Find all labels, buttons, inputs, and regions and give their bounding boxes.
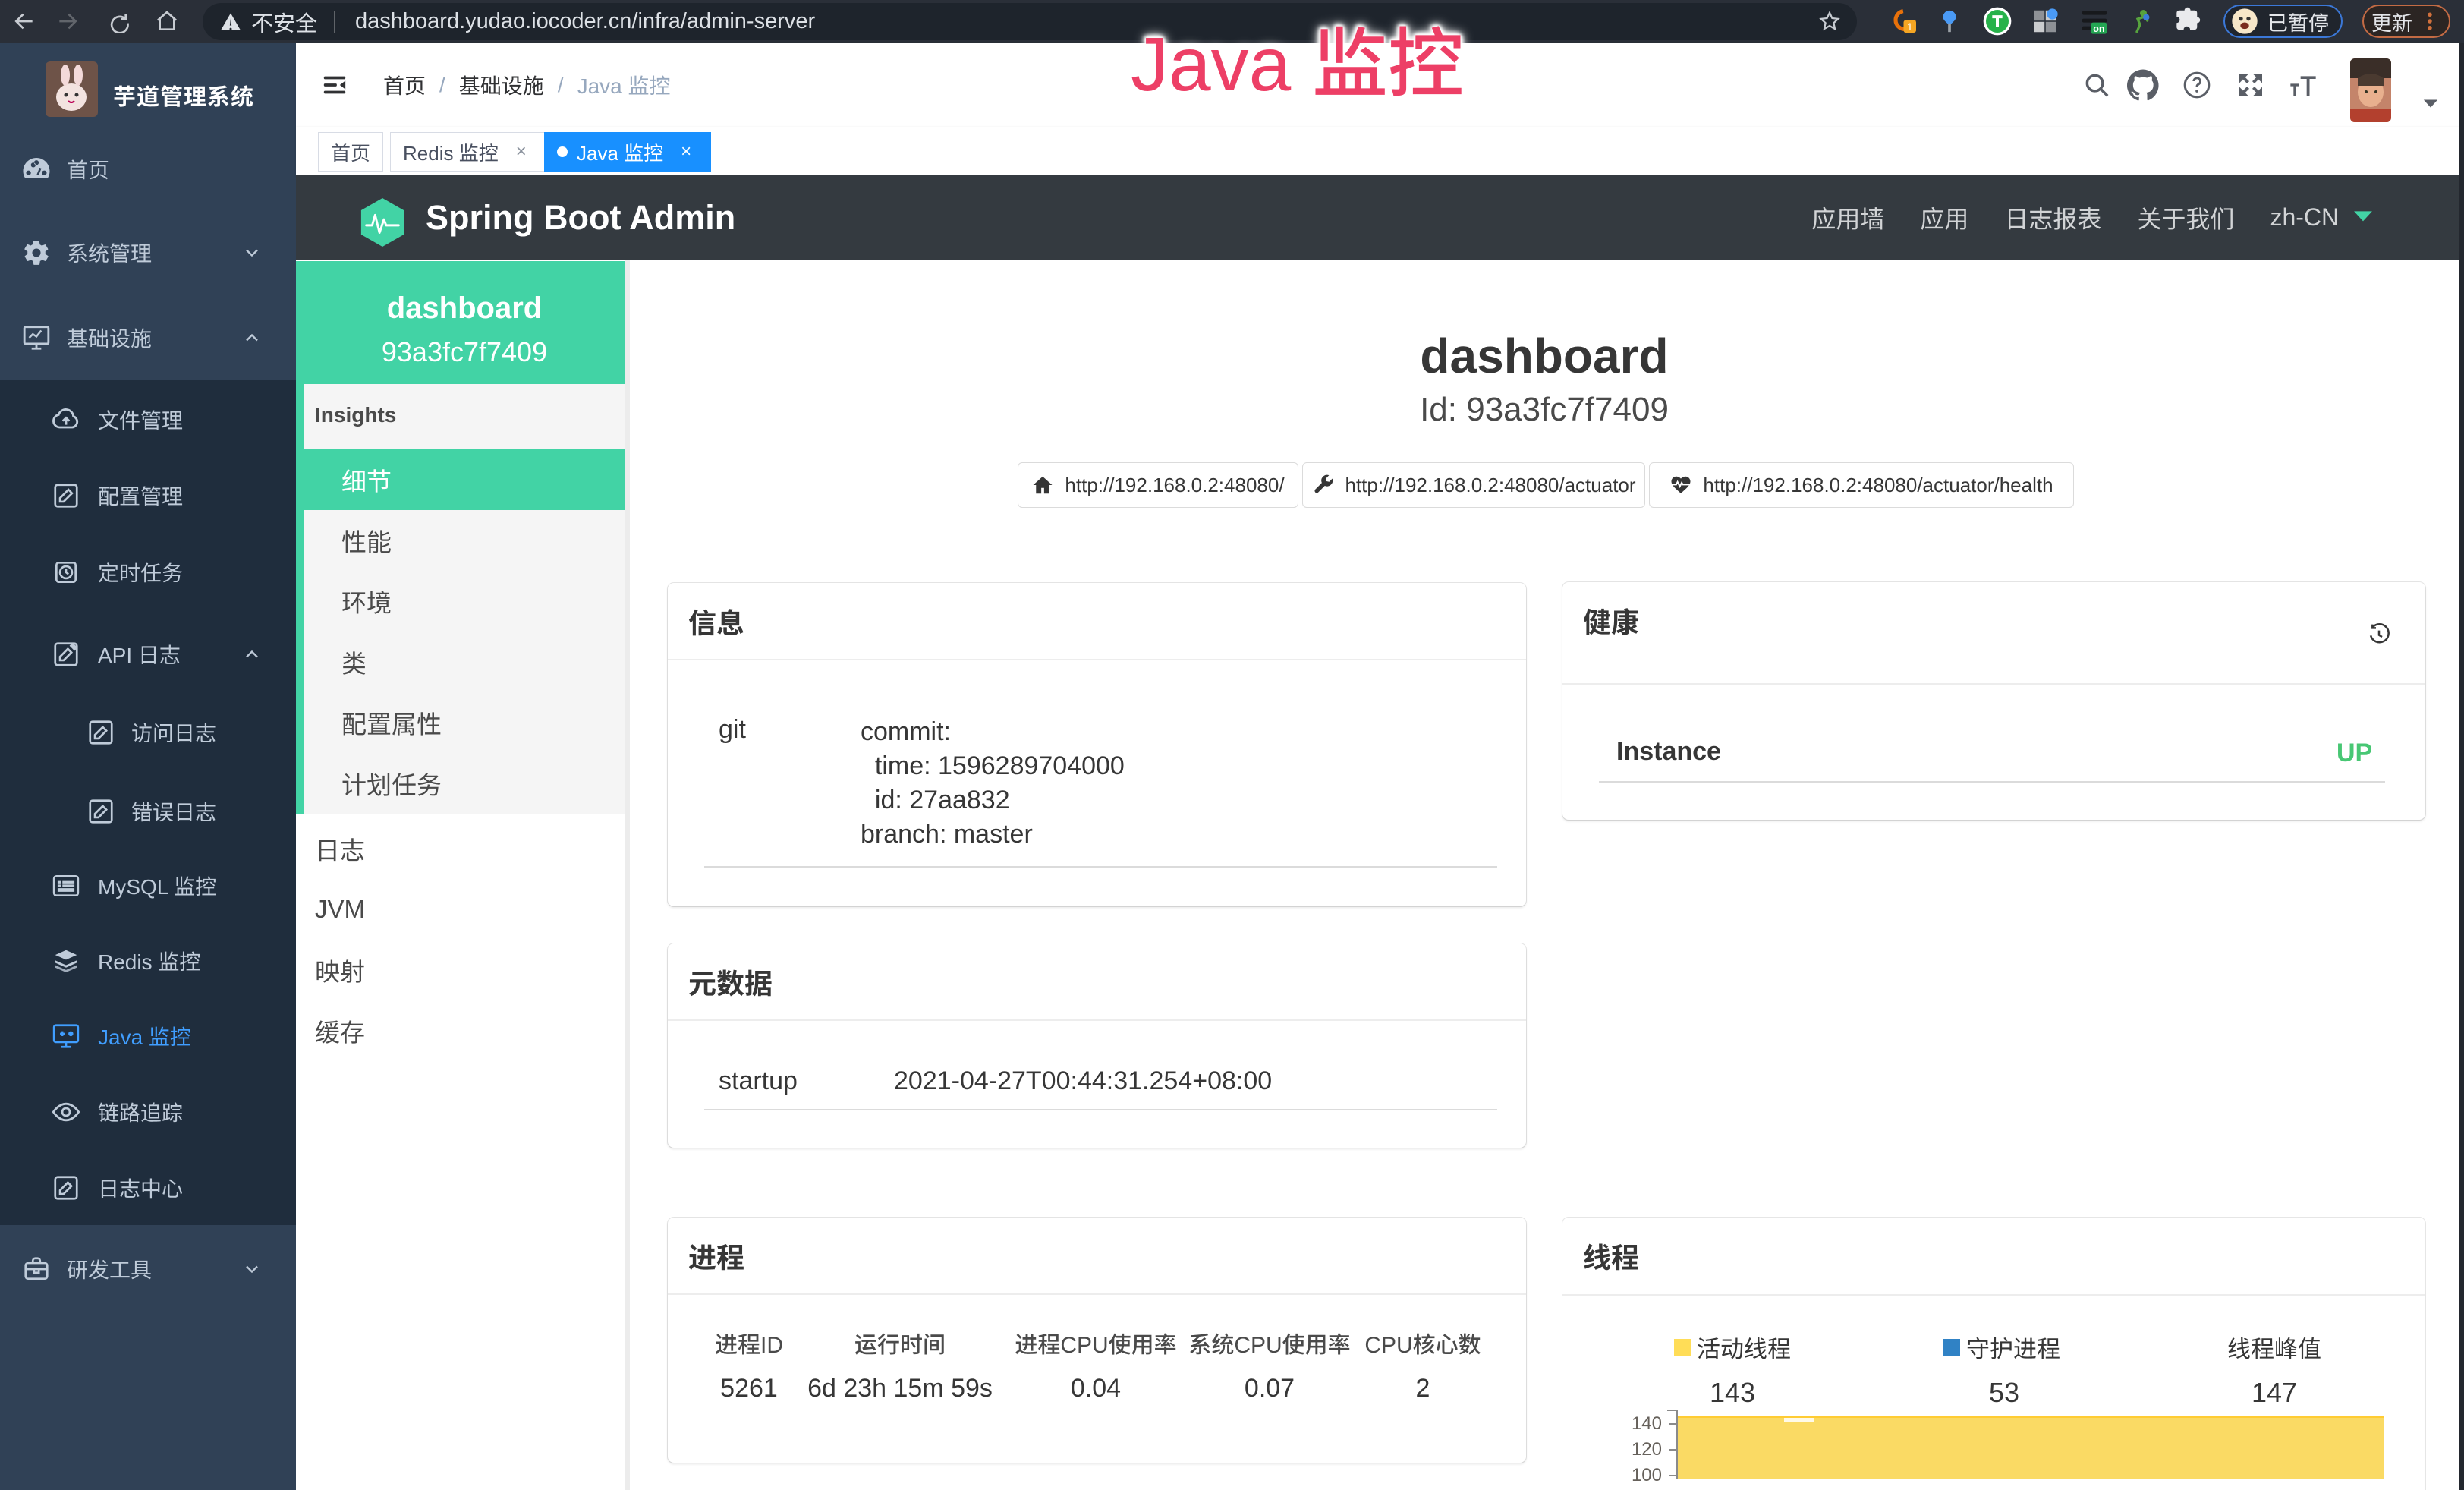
svg-text:1: 1 — [1907, 21, 1913, 33]
svg-text:on: on — [2093, 24, 2104, 34]
